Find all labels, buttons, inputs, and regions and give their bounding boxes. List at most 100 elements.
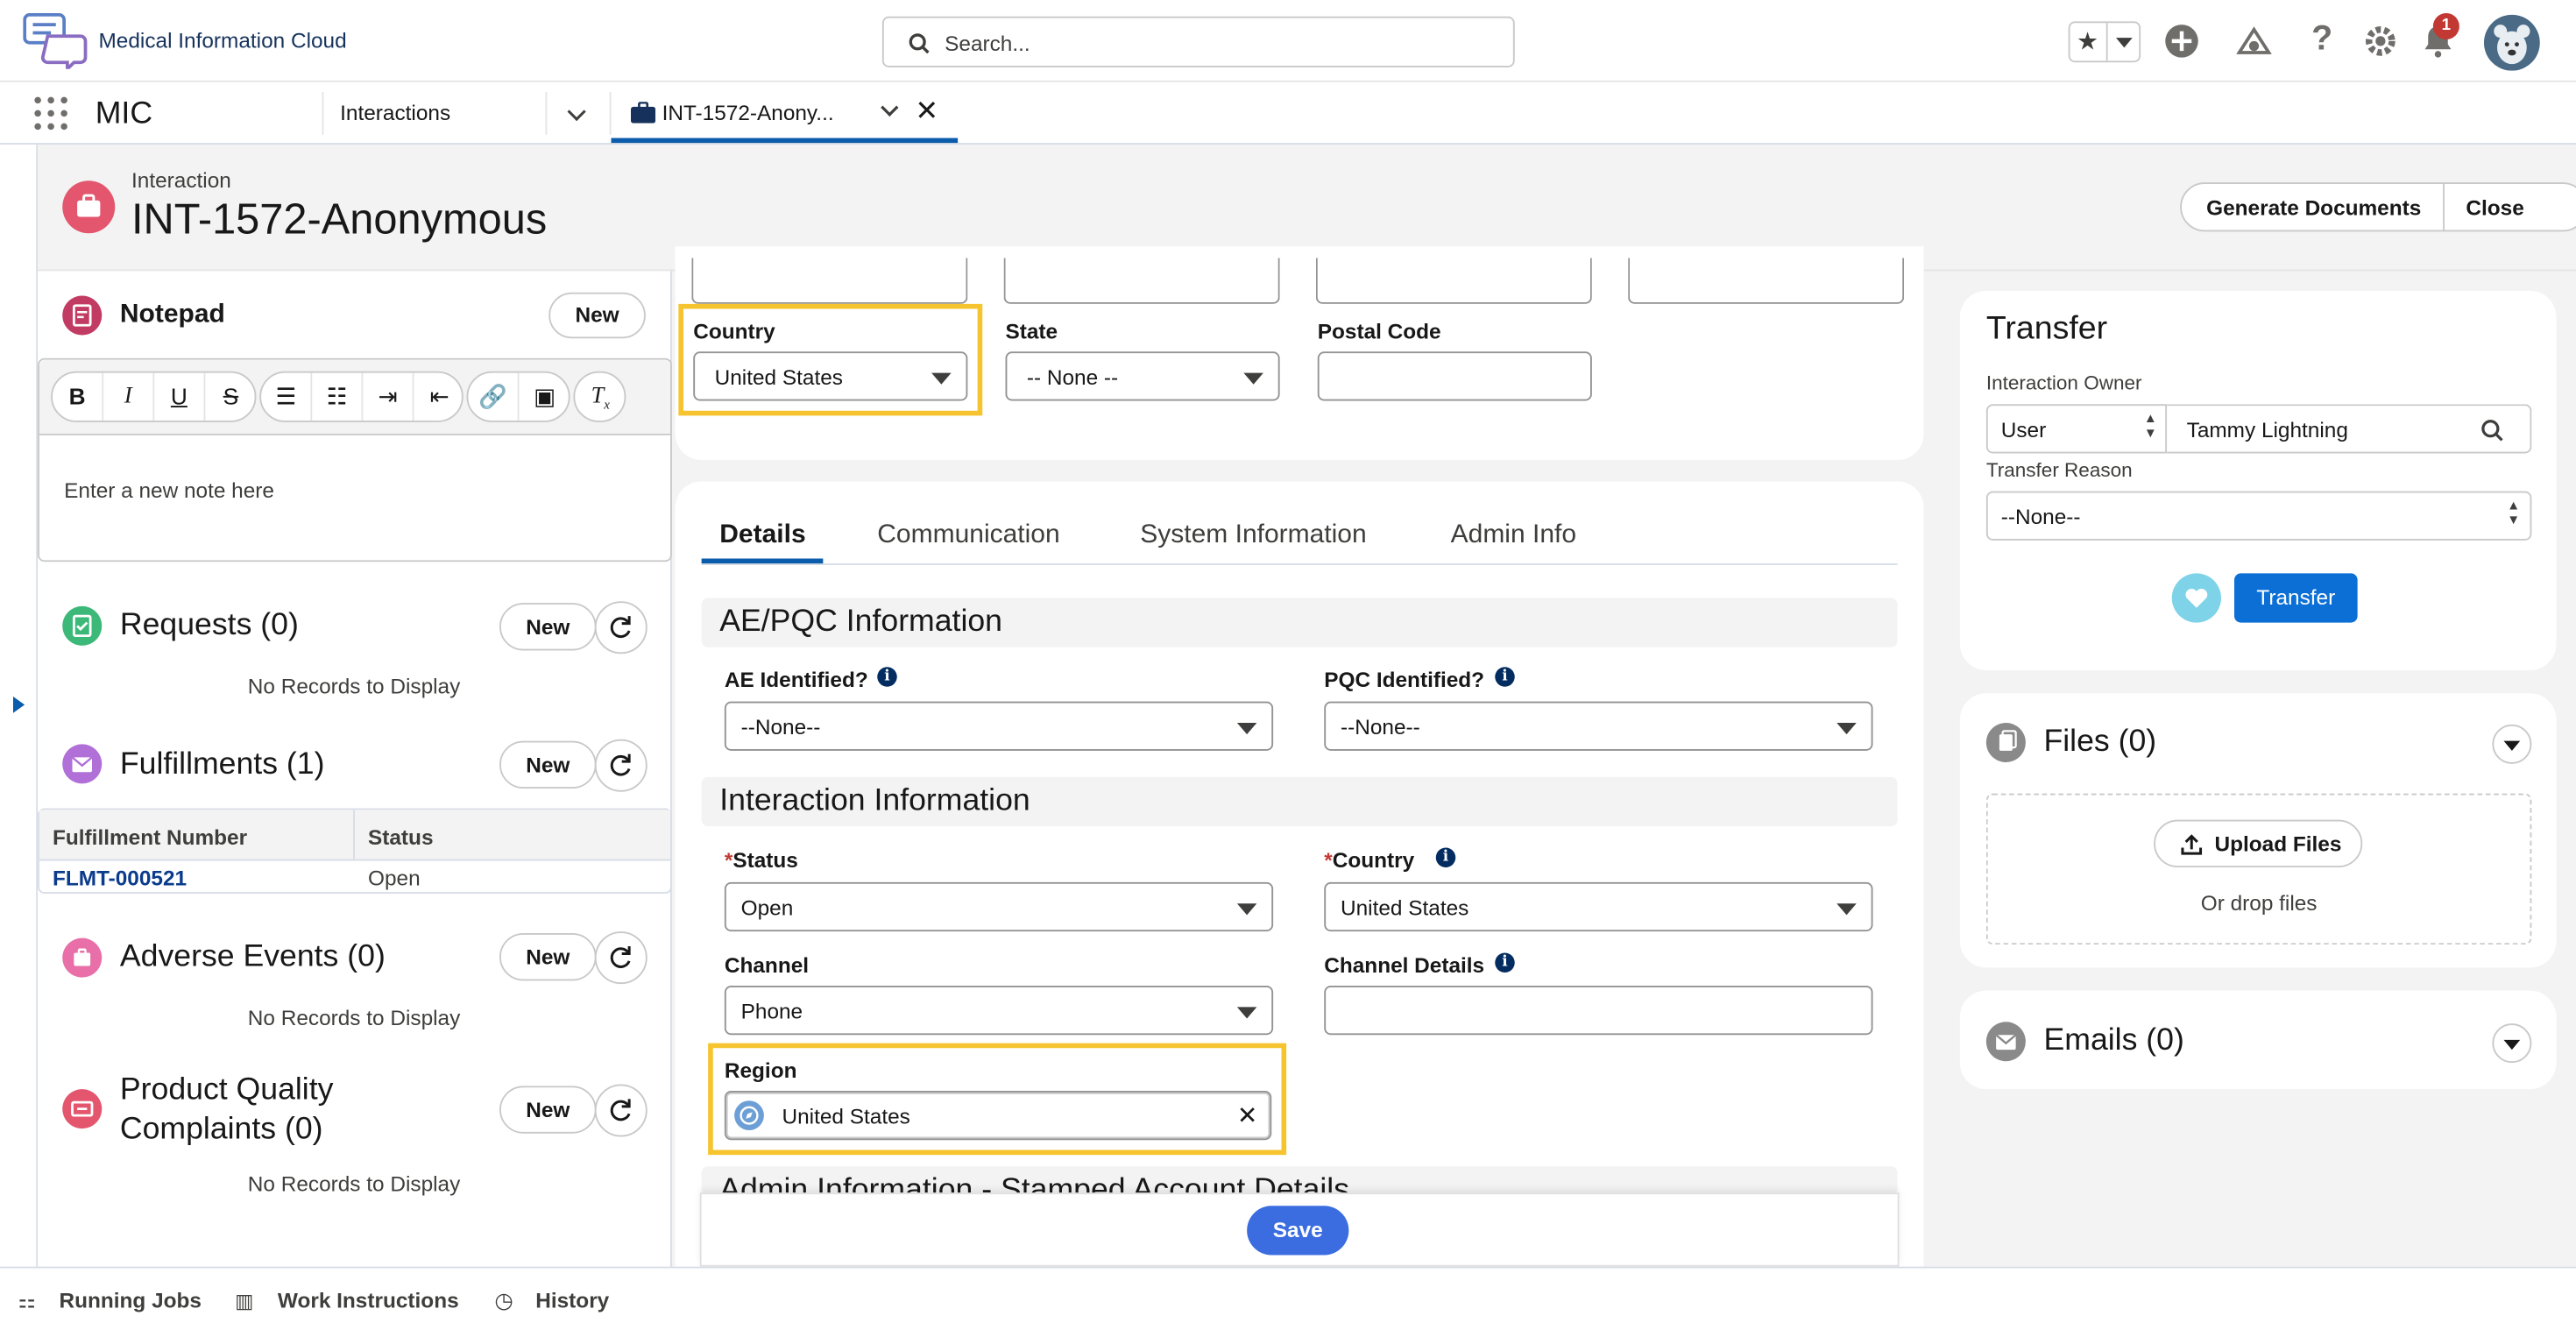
owner-lookup-input[interactable]: Tammy Lightning [2167,404,2532,454]
requests-new-button[interactable]: New [499,603,597,651]
pqc-identified-select[interactable]: --None-- [1324,701,1873,751]
favorites-button[interactable]: ★ [2068,21,2141,63]
global-search-input[interactable]: Search... [881,16,1515,67]
link-icon[interactable]: 🔗 [468,372,520,421]
chevron-down-icon [1236,1007,1257,1019]
close-tab-icon[interactable]: ✕ [915,96,938,129]
city-field-partial[interactable] [1003,258,1280,304]
page-title: INT-1572-Anonymous [131,194,548,244]
save-button[interactable]: Save [1247,1206,1349,1256]
trailhead-icon[interactable] [2236,23,2272,59]
tab-chevron-down-icon[interactable] [881,98,899,117]
notepad-icon [62,295,103,336]
column-header[interactable]: Status [368,824,434,849]
column-header[interactable]: Fulfillment Number [53,824,247,849]
format-list-group: ☰ ☷ ⇥ ⇤ [259,371,464,422]
street-field-partial[interactable] [691,258,968,304]
chevron-down-icon[interactable] [2116,38,2133,48]
app-root: Medical Information Cloud Search... ★ ? … [0,0,2576,1330]
select-value: United States [714,364,843,390]
info-icon[interactable]: i [1495,952,1515,973]
generate-documents-button[interactable]: Generate Documents [2206,195,2421,220]
status-select[interactable]: Open [724,881,1274,932]
upload-files-button[interactable]: Upload Files [2154,819,2363,867]
fulfillment-status: Open [368,866,421,891]
image-icon[interactable]: ▣ [520,373,570,421]
mic-logo-icon[interactable] [23,13,88,77]
nav-item-interactions[interactable]: Interactions [340,100,450,124]
running-jobs-item[interactable]: Running Jobs [60,1288,202,1312]
clock-icon: ◷ [494,1288,513,1313]
strikethrough-button[interactable]: S [205,373,256,421]
adverse-events-new-button[interactable]: New [499,933,597,981]
pqc-new-button[interactable]: New [499,1086,597,1134]
tab-admin-info[interactable]: Admin Info [1451,520,1576,550]
district-field-partial[interactable] [1628,258,1905,304]
transfer-reason-label: Transfer Reason [1985,458,2133,482]
owner-type-select[interactable]: User ▲ ▼ [1985,404,2168,454]
channel-select[interactable]: Phone [724,986,1274,1036]
work-instructions-item[interactable]: Work Instructions [278,1288,459,1312]
note-input[interactable]: Enter a new note here [64,478,274,503]
region-lookup[interactable]: United States ✕ [724,1091,1272,1141]
bold-button[interactable]: B [53,372,104,421]
setup-gear-icon[interactable] [2362,23,2398,59]
info-icon[interactable]: i [1495,667,1515,687]
postal-code-input[interactable] [1317,351,1592,401]
global-header: Medical Information Cloud Search... ★ ? … [0,0,2576,82]
app-launcher-icon[interactable] [34,96,67,131]
requests-refresh-button[interactable] [594,601,648,654]
active-tab-indicator [701,558,824,564]
interaction-record-icon [62,180,116,234]
address-country-select[interactable]: United States [693,351,968,401]
country-select[interactable]: United States [1324,881,1873,932]
pqc-refresh-button[interactable] [594,1084,648,1137]
fulfillments-refresh-button[interactable] [594,739,648,792]
search-icon[interactable] [2480,419,2503,442]
bulleted-list-icon[interactable]: ☰ [261,372,313,421]
tab-system-information[interactable]: System Information [1140,520,1366,550]
section-ae-pqc[interactable]: AE/PQC Information [701,598,1898,647]
nav-interactions-chevron-down-icon[interactable] [567,102,586,122]
file-drop-zone[interactable] [1985,793,2532,945]
underline-button[interactable]: U [154,372,206,421]
section-interaction-information[interactable]: Interaction Information [701,776,1898,827]
fulfillments-new-button[interactable]: New [499,740,597,789]
help-icon[interactable]: ? [2311,20,2332,60]
briefcase-icon [631,102,656,124]
tab-communication[interactable]: Communication [877,520,1059,550]
files-menu-button[interactable] [2492,724,2532,764]
ae-identified-select[interactable]: --None-- [724,701,1274,751]
notepad-new-button[interactable]: New [548,292,646,339]
fulfillment-number-link[interactable]: FLMT-000521 [53,866,187,890]
county-field-partial[interactable] [1315,258,1592,304]
search-placeholder: Search... [945,31,1030,56]
info-icon[interactable]: i [877,667,897,687]
tab-details[interactable]: Details [719,520,805,550]
select-value: --None-- [1341,714,1420,739]
outdent-icon[interactable]: ⇤ [414,373,465,421]
transfer-button[interactable]: Transfer [2234,573,2358,623]
insert-group: 🔗 ▣ [466,371,570,422]
tab-int-1572[interactable]: INT-1572-Anony... ✕ [611,82,959,144]
indent-icon[interactable]: ⇥ [363,372,414,421]
up-down-arrows-icon: ▲ ▼ [2507,498,2521,527]
numbered-list-icon[interactable]: ☷ [312,372,364,421]
info-icon[interactable]: i [1435,847,1456,867]
italic-button[interactable]: I [103,372,155,421]
transfer-reason-select[interactable]: --None-- ▲ ▼ [1985,491,2532,541]
close-button[interactable]: Close [2466,195,2523,220]
history-item[interactable]: History [535,1288,609,1312]
expand-panel-icon[interactable] [13,697,25,713]
clear-formatting-icon[interactable]: Tx [575,373,626,421]
user-avatar[interactable] [2484,14,2540,71]
channel-details-input[interactable] [1324,986,1873,1036]
emails-menu-button[interactable] [2492,1023,2532,1064]
clear-selection-icon[interactable]: ✕ [1237,1100,1258,1130]
star-icon[interactable]: ★ [2077,26,2098,56]
global-create-icon[interactable] [2163,23,2199,59]
adverse-events-refresh-button[interactable] [594,931,648,985]
postal-code-label: Postal Code [1317,318,1441,343]
state-select[interactable]: -- None -- [1005,351,1280,401]
refresh-icon [610,616,631,639]
